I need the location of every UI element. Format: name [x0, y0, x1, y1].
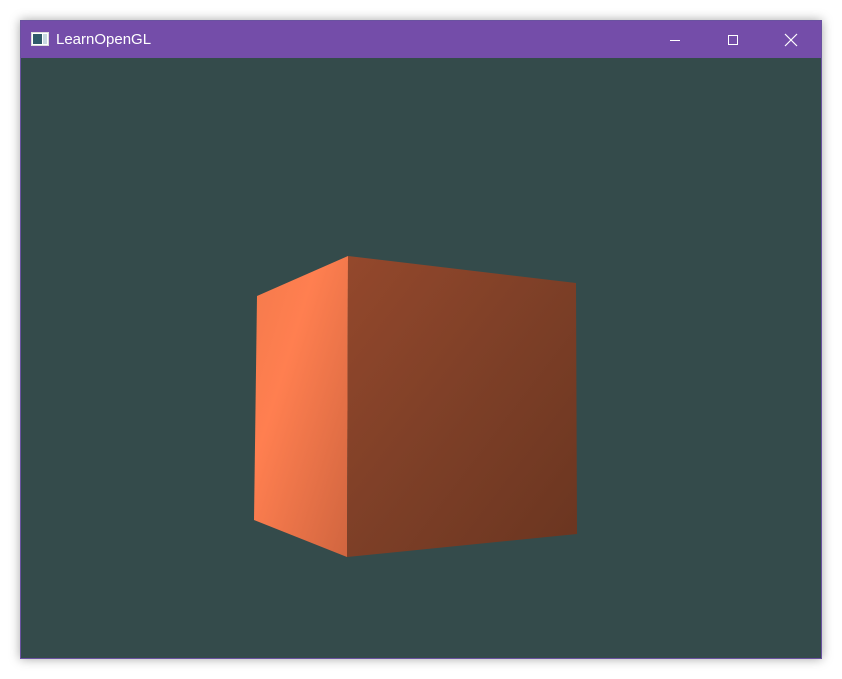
app-icon [31, 32, 49, 46]
minimize-icon [670, 39, 680, 41]
render-canvas [21, 58, 821, 658]
minimize-button[interactable] [646, 21, 704, 58]
close-icon [784, 33, 798, 46]
title-bar[interactable]: LearnOpenGL [21, 21, 821, 58]
window-title: LearnOpenGL [56, 31, 152, 48]
app-window: LearnOpenGL [20, 20, 822, 659]
maximize-icon [728, 34, 738, 45]
close-button[interactable] [762, 21, 820, 58]
opengl-viewport[interactable] [21, 58, 821, 658]
maximize-button[interactable] [704, 21, 762, 58]
cube-left-face [254, 256, 348, 557]
cube-front-face [347, 256, 577, 557]
